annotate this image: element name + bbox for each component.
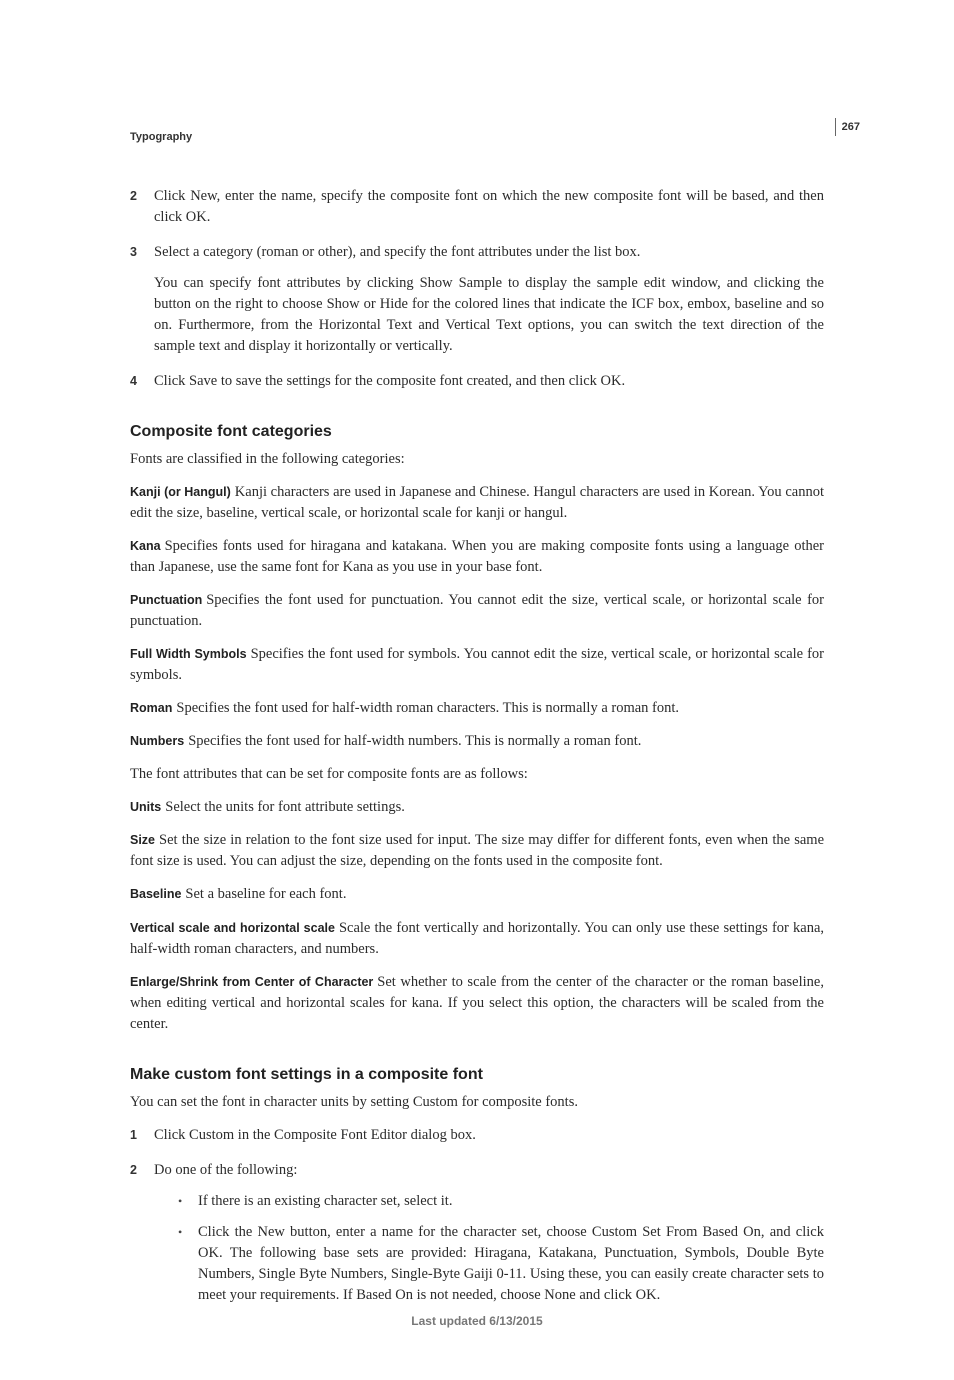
step-body: Select a category (roman or other), and …: [154, 242, 824, 357]
footer-last-updated: Last updated 6/13/2015: [0, 1313, 954, 1330]
step-2: 2 Do one of the following: • If there is…: [130, 1160, 824, 1316]
term-label: Kanji (or Hangul): [130, 485, 235, 499]
bullet-icon: •: [178, 1191, 198, 1212]
term-label: Enlarge/Shrink from Center of Character: [130, 975, 377, 989]
chapter-title: Typography: [130, 130, 824, 146]
term-text: Set a baseline for each font.: [185, 886, 346, 902]
term-kanji: Kanji (or Hangul)Kanji characters are us…: [130, 482, 824, 524]
heading-make-custom-font-settings: Make custom font settings in a composite…: [130, 1063, 824, 1086]
step-number: 1: [130, 1125, 154, 1146]
sub-list: • If there is an existing character set,…: [178, 1191, 824, 1306]
list-item: • Click the New button, enter a name for…: [178, 1222, 824, 1306]
term-label: Full Width Symbols: [130, 647, 251, 661]
term-label: Kana: [130, 539, 165, 553]
step-body: Do one of the following: • If there is a…: [154, 1160, 824, 1316]
term-text: Specifies the font used for half-width n…: [188, 733, 641, 749]
term-text: Specifies the font used for punctuation.…: [130, 592, 824, 629]
term-label: Punctuation: [130, 593, 206, 607]
list-text: Click the New button, enter a name for t…: [198, 1222, 824, 1306]
term-roman: RomanSpecifies the font used for half-wi…: [130, 698, 824, 719]
step-text: Do one of the following:: [154, 1160, 824, 1181]
term-label: Units: [130, 800, 165, 814]
step-body: Click Save to save the settings for the …: [154, 371, 824, 392]
bullet-icon: •: [178, 1222, 198, 1306]
page-number: 267: [835, 118, 860, 136]
term-kana: KanaSpecifies fonts used for hiragana an…: [130, 536, 824, 578]
term-text: Specifies the font used for half-width r…: [176, 700, 679, 716]
step-body: Click New, enter the name, specify the c…: [154, 186, 824, 228]
step-number: 2: [130, 186, 154, 228]
step-number: 4: [130, 371, 154, 392]
step-text: Click Custom in the Composite Font Edito…: [154, 1125, 824, 1146]
term-label: Vertical scale and horizontal scale: [130, 921, 339, 935]
attr-intro: The font attributes that can be set for …: [130, 764, 824, 785]
step-4: 4 Click Save to save the settings for th…: [130, 371, 824, 392]
step-number: 3: [130, 242, 154, 357]
step-3: 3 Select a category (roman or other), an…: [130, 242, 824, 357]
attr-baseline: BaselineSet a baseline for each font.: [130, 884, 824, 905]
page: 267 Typography 2 Click New, enter the na…: [0, 0, 954, 1380]
step-1: 1 Click Custom in the Composite Font Edi…: [130, 1125, 824, 1146]
step-text: Click New, enter the name, specify the c…: [154, 186, 824, 228]
step-text: Click Save to save the settings for the …: [154, 371, 824, 392]
step-number: 2: [130, 1160, 154, 1316]
term-label: Baseline: [130, 887, 185, 901]
term-label: Numbers: [130, 734, 188, 748]
term-numbers: NumbersSpecifies the font used for half-…: [130, 731, 824, 752]
step-text: You can specify font attributes by click…: [154, 273, 824, 357]
attr-units: UnitsSelect the units for font attribute…: [130, 797, 824, 818]
step-2: 2 Click New, enter the name, specify the…: [130, 186, 824, 228]
attr-vh-scale: Vertical scale and horizontal scaleScale…: [130, 918, 824, 960]
section-intro: You can set the font in character units …: [130, 1092, 824, 1113]
term-text: Specifies fonts used for hiragana and ka…: [130, 538, 824, 575]
step-body: Click Custom in the Composite Font Edito…: [154, 1125, 824, 1146]
term-full-width-symbols: Full Width SymbolsSpecifies the font use…: [130, 644, 824, 686]
term-label: Size: [130, 833, 159, 847]
attr-enlarge-shrink: Enlarge/Shrink from Center of CharacterS…: [130, 972, 824, 1035]
term-punctuation: PunctuationSpecifies the font used for p…: [130, 590, 824, 632]
step-text: Select a category (roman or other), and …: [154, 242, 824, 263]
term-text: Set the size in relation to the font siz…: [130, 832, 824, 869]
term-label: Roman: [130, 701, 176, 715]
section-intro: Fonts are classified in the following ca…: [130, 449, 824, 470]
attr-size: SizeSet the size in relation to the font…: [130, 830, 824, 872]
term-text: Kanji characters are used in Japanese an…: [130, 484, 824, 521]
term-text: Select the units for font attribute sett…: [165, 799, 405, 815]
heading-composite-font-categories: Composite font categories: [130, 420, 824, 443]
list-text: If there is an existing character set, s…: [198, 1191, 824, 1212]
list-item: • If there is an existing character set,…: [178, 1191, 824, 1212]
